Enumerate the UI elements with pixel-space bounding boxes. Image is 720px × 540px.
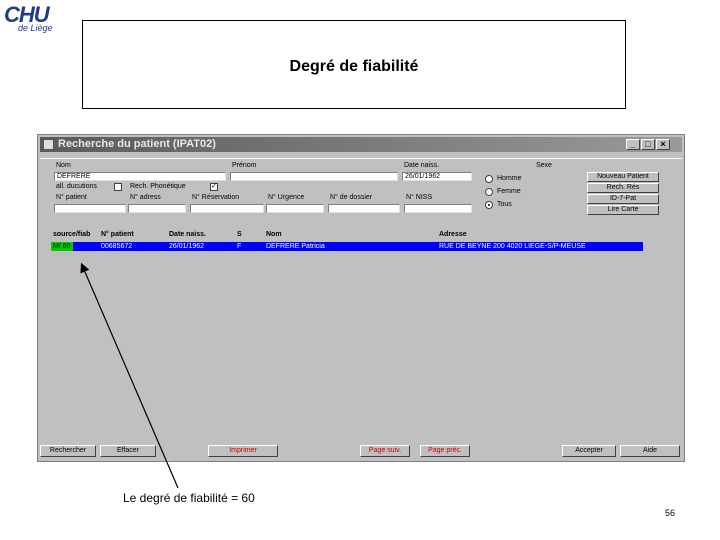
page-number: 56 [665, 508, 676, 518]
annotation-arrow [80, 262, 179, 489]
annotation-caption: Le degré de fiabilité = 60 [123, 491, 255, 505]
